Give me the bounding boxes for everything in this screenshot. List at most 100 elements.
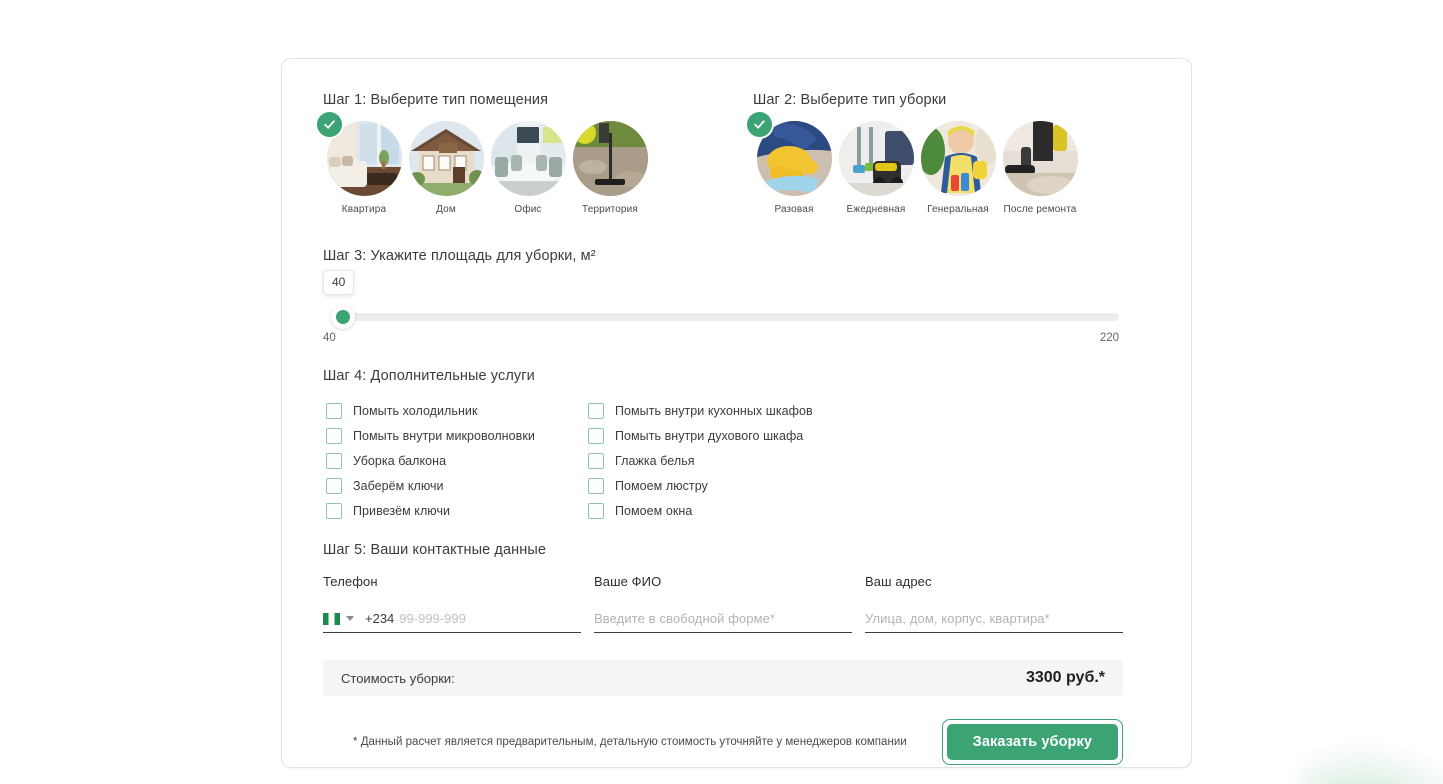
option-general[interactable]: Генеральная bbox=[917, 121, 999, 215]
price-value: 3300 руб.* bbox=[1025, 669, 1105, 686]
slider-track[interactable] bbox=[340, 313, 1119, 321]
checkbox-row[interactable]: Помоем люстру bbox=[585, 473, 847, 498]
house-photo bbox=[408, 121, 484, 196]
step3-title: Шаг 3: Укажите площадь для уборки, м² bbox=[323, 248, 596, 264]
checkbox-icon[interactable] bbox=[588, 452, 604, 469]
step4-section: Шаг 4: Дополнительные услуги Помыть холо… bbox=[323, 368, 1123, 523]
option-daily[interactable]: Ежедневная bbox=[835, 121, 917, 215]
chat-widget-glow bbox=[1300, 742, 1443, 784]
option-one-time[interactable]: Разовая bbox=[746, 112, 835, 215]
address-label: Ваш адрес bbox=[865, 574, 932, 589]
additional-services-grid: Помыть холодильник Помыть внутри кухонны… bbox=[323, 398, 1123, 523]
phone-input[interactable]: +234 99-999-999 bbox=[323, 605, 581, 633]
step3-section: Шаг 3: Укажите площадь для уборки, м² 40… bbox=[323, 248, 1123, 348]
page-root: Шаг 1: Выберите тип помещения Квартира Д… bbox=[0, 0, 1443, 784]
address-placeholder: Улица, дом, корпус, квартира* bbox=[865, 611, 1050, 626]
checkbox-row[interactable]: Глажка белья bbox=[585, 448, 847, 473]
phone-field-group: Телефон +234 99-999-999 bbox=[323, 574, 581, 633]
checkbox-label: Уборка балкона bbox=[353, 453, 447, 468]
checkbox-icon[interactable] bbox=[326, 502, 342, 519]
footer-row: * Данный расчет является предварительным… bbox=[323, 719, 1123, 765]
checkbox-label: Глажка белья bbox=[615, 453, 695, 468]
option-office[interactable]: Офис bbox=[487, 121, 569, 215]
territory-photo bbox=[572, 121, 648, 196]
option-label: Ежедневная bbox=[846, 204, 906, 215]
address-field-group: Ваш адрес Улица, дом, корпус, квартира* bbox=[865, 574, 1123, 633]
option-label: Офис bbox=[514, 204, 542, 215]
checkbox-row[interactable]: Привезём ключи bbox=[323, 498, 585, 523]
disclaimer-text: * Данный расчет является предварительным… bbox=[353, 736, 907, 748]
checkbox-row[interactable]: Помыть внутри кухонных шкафов bbox=[585, 398, 847, 423]
checkbox-label: Помыть внутри духового шкафа bbox=[615, 428, 804, 443]
checkbox-label: Заберём ключи bbox=[353, 478, 444, 493]
fullname-label: Ваше ФИО bbox=[594, 574, 662, 589]
checkbox-label: Помоем люстру bbox=[615, 478, 708, 493]
option-label: После ремонта bbox=[1003, 204, 1077, 215]
checkbox-row[interactable]: Помоем окна bbox=[585, 498, 847, 523]
contact-fields: Телефон +234 99-999-999 Ваше ФИО Введите… bbox=[323, 574, 1123, 633]
area-slider[interactable]: 40 40 220 bbox=[323, 270, 1123, 348]
general-cleaning-photo bbox=[920, 121, 996, 196]
checkbox-icon[interactable] bbox=[326, 452, 342, 469]
slider-thumb[interactable] bbox=[331, 305, 355, 329]
checkbox-row[interactable]: Уборка балкона bbox=[323, 448, 585, 473]
slider-max-label: 220 bbox=[1099, 332, 1119, 344]
step2-options: Разовая Ежедневная Генеральная После рем… bbox=[746, 112, 1123, 215]
price-label: Стоимость уборки: bbox=[341, 670, 455, 686]
option-after-renovation[interactable]: После ремонта bbox=[999, 121, 1081, 215]
option-label: Квартира bbox=[341, 204, 387, 215]
checkbox-label: Помыть внутри кухонных шкафов bbox=[615, 403, 813, 418]
step1-title: Шаг 1: Выберите тип помещения bbox=[323, 92, 549, 108]
option-apartment[interactable]: Квартира bbox=[316, 112, 405, 215]
checkbox-label: Привезём ключи bbox=[353, 503, 451, 518]
checkbox-label: Помыть холодильник bbox=[353, 403, 478, 418]
after-renovation-photo bbox=[1002, 121, 1078, 196]
checkbox-icon[interactable] bbox=[588, 502, 604, 519]
nigeria-flag-icon[interactable] bbox=[323, 612, 340, 625]
option-label: Генеральная bbox=[927, 204, 989, 215]
step1-section: Шаг 1: Выберите тип помещения Квартира Д… bbox=[316, 92, 753, 215]
option-label: Разовая bbox=[774, 204, 814, 215]
step5-title: Шаг 5: Ваши контактные данные bbox=[323, 542, 547, 558]
daily-cleaning-photo bbox=[838, 121, 914, 196]
step5-section: Шаг 5: Ваши контактные данные Телефон +2… bbox=[323, 542, 1123, 633]
checkbox-row[interactable]: Заберём ключи bbox=[323, 473, 585, 498]
phone-label: Телефон bbox=[323, 574, 378, 589]
slider-min-label: 40 bbox=[323, 332, 336, 344]
checkbox-label: Помоем окна bbox=[615, 503, 693, 518]
selected-check-icon bbox=[746, 112, 772, 137]
selected-check-icon bbox=[316, 112, 342, 137]
step1-options: Квартира Дом Офис Территория bbox=[316, 112, 753, 215]
checkbox-icon[interactable] bbox=[588, 427, 604, 444]
checkbox-icon[interactable] bbox=[326, 477, 342, 494]
checkbox-icon[interactable] bbox=[588, 477, 604, 494]
phone-dial-code: +234 bbox=[365, 611, 395, 626]
checkbox-row[interactable]: Помыть холодильник bbox=[323, 398, 585, 423]
step4-title: Шаг 4: Дополнительные услуги bbox=[323, 368, 535, 384]
checkbox-icon[interactable] bbox=[588, 402, 604, 419]
option-label: Территория bbox=[582, 204, 638, 215]
price-summary-bar: Стоимость уборки: 3300 руб.* bbox=[323, 660, 1123, 696]
office-photo bbox=[490, 121, 566, 196]
phone-placeholder: 99-999-999 bbox=[399, 611, 466, 626]
cleaning-calculator-card: Шаг 1: Выберите тип помещения Квартира Д… bbox=[281, 58, 1192, 768]
fullname-placeholder: Введите в свободной форме* bbox=[594, 611, 776, 626]
step2-title: Шаг 2: Выберите тип уборки bbox=[753, 92, 947, 108]
checkbox-row[interactable]: Помыть внутри духового шкафа bbox=[585, 423, 847, 448]
step2-section: Шаг 2: Выберите тип уборки Разовая Ежедн… bbox=[746, 92, 1123, 215]
option-house[interactable]: Дом bbox=[405, 121, 487, 215]
fullname-field-group: Ваше ФИО Введите в свободной форме* bbox=[594, 574, 852, 633]
option-label: Дом bbox=[436, 204, 456, 215]
chevron-down-icon[interactable] bbox=[346, 616, 354, 621]
address-input[interactable]: Улица, дом, корпус, квартира* bbox=[865, 605, 1123, 633]
slider-value-bubble: 40 bbox=[323, 270, 355, 295]
steps-1-2-row: Шаг 1: Выберите тип помещения Квартира Д… bbox=[316, 92, 1123, 215]
fullname-input[interactable]: Введите в свободной форме* bbox=[594, 605, 852, 633]
checkbox-icon[interactable] bbox=[326, 402, 342, 419]
order-button-focus-ring: Заказать уборку bbox=[941, 719, 1123, 765]
checkbox-icon[interactable] bbox=[326, 427, 342, 444]
option-territory[interactable]: Территория bbox=[569, 121, 651, 215]
checkbox-label: Помыть внутри микроволновки bbox=[353, 428, 535, 443]
order-cleaning-button[interactable]: Заказать уборку bbox=[946, 724, 1118, 760]
checkbox-row[interactable]: Помыть внутри микроволновки bbox=[323, 423, 585, 448]
